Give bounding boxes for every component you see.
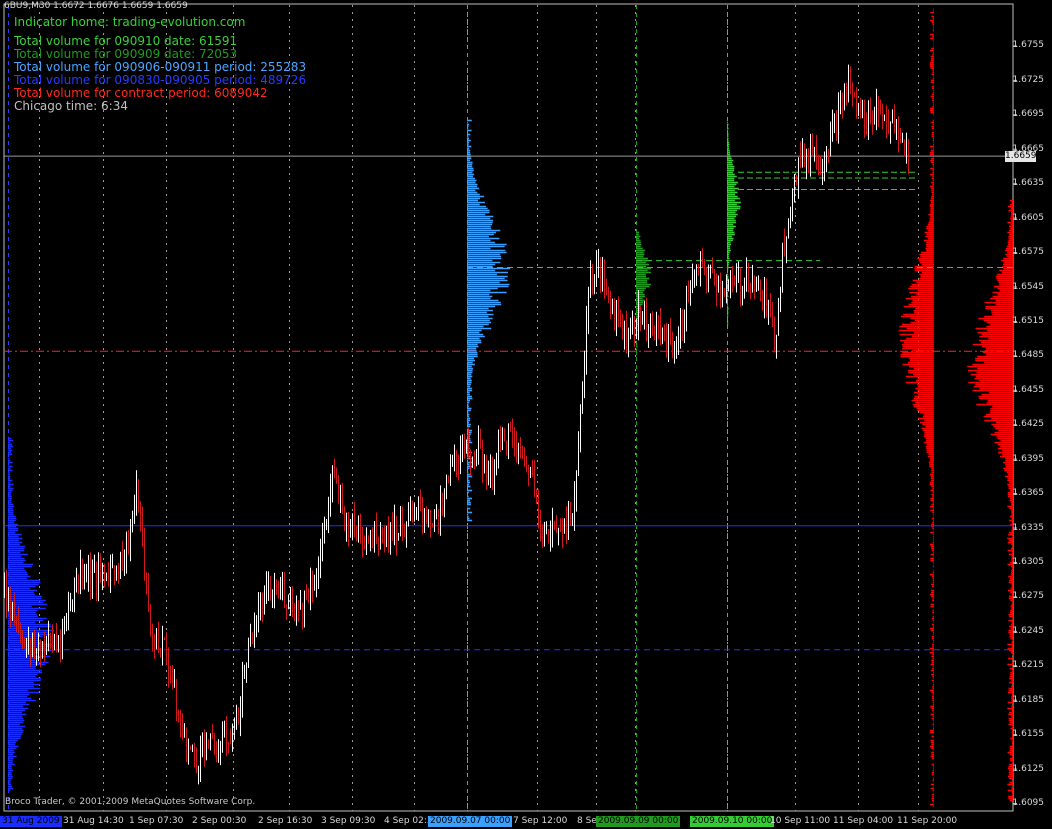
price-tick-label: 1.6335 bbox=[1012, 522, 1045, 533]
price-chart[interactable] bbox=[0, 0, 1052, 829]
price-tick-label: 1.6695 bbox=[1012, 109, 1045, 120]
price-tick-label: 1.6305 bbox=[1012, 556, 1045, 567]
price-tick-label: 1.6485 bbox=[1012, 350, 1045, 361]
price-tick-label: 1.6575 bbox=[1012, 247, 1045, 258]
info-line-chicago-time: Chicago time: 6:34 bbox=[14, 99, 128, 113]
price-tick-label: 1.6395 bbox=[1012, 453, 1045, 464]
time-tick-label: 31 Aug 2009 bbox=[0, 816, 62, 827]
plot-frame bbox=[3, 3, 1014, 812]
time-tick-label: 2009.09.07 00:00 bbox=[428, 816, 513, 827]
price-tick-label: 1.6125 bbox=[1012, 763, 1045, 774]
price-tick-label: 1.6275 bbox=[1012, 591, 1045, 602]
time-tick-label: 10 Sep 11:00 bbox=[770, 816, 831, 826]
price-tick-label: 1.6755 bbox=[1012, 40, 1045, 51]
info-line-day2-volume: Total volume for 090909 date: 72053 bbox=[14, 47, 238, 61]
info-line-indicator-home[interactable]: Indicator home: trading-evolution.com bbox=[14, 15, 245, 29]
info-line-week1-volume: Total volume for 090906-090911 period: 2… bbox=[14, 60, 307, 74]
trading-chart-window[interactable]: 6BU9,M30 1.6672 1.6676 1.6659 1.6659 Ind… bbox=[0, 0, 1052, 829]
time-tick-label: 2009.09.09 00:00 bbox=[596, 816, 681, 827]
price-tick-label: 1.6455 bbox=[1012, 384, 1045, 395]
current-price-marker: 1.6659 bbox=[1005, 150, 1037, 162]
price-tick-label: 1.6215 bbox=[1012, 660, 1045, 671]
time-tick-label: 2 Sep 00:30 bbox=[192, 816, 247, 826]
time-tick-label: 1 Sep 07:30 bbox=[129, 816, 184, 826]
price-tick-label: 1.6635 bbox=[1012, 178, 1045, 189]
time-tick-label: 11 Sep 20:00 bbox=[897, 816, 958, 826]
copyright-footer: Broco Trader, © 2001-2009 MetaQuotes Sof… bbox=[5, 797, 256, 807]
price-tick-label: 1.6725 bbox=[1012, 74, 1045, 85]
time-tick-label: 3 Sep 09:30 bbox=[321, 816, 376, 826]
time-tick-label: 31 Aug 14:30 bbox=[63, 816, 124, 826]
symbol-header: 6BU9,M30 1.6672 1.6676 1.6659 1.6659 bbox=[4, 1, 188, 11]
time-tick-label: 2 Sep 16:30 bbox=[258, 816, 313, 826]
price-tick-label: 1.6155 bbox=[1012, 729, 1045, 740]
price-tick-label: 1.6425 bbox=[1012, 419, 1045, 430]
price-tick-label: 1.6185 bbox=[1012, 694, 1045, 705]
time-tick-label: 7 Sep 12:00 bbox=[513, 816, 568, 826]
info-line-contract-volume: Total volume for contract period: 608904… bbox=[14, 86, 268, 100]
price-tick-label: 1.6515 bbox=[1012, 315, 1045, 326]
price-tick-label: 1.6545 bbox=[1012, 281, 1045, 292]
time-tick-label: 11 Sep 04:00 bbox=[833, 816, 894, 826]
price-tick-label: 1.6095 bbox=[1012, 798, 1045, 808]
price-tick-label: 1.6605 bbox=[1012, 212, 1045, 223]
info-line-week2-volume: Total volume for 090830-090905 period: 4… bbox=[14, 73, 307, 87]
price-tick-label: 1.6365 bbox=[1012, 488, 1045, 499]
time-tick-label: 2009.09.10 00:00 bbox=[690, 816, 775, 827]
info-line-day1-volume: Total volume for 090910 date: 61591 bbox=[14, 34, 238, 48]
price-tick-label: 1.6245 bbox=[1012, 625, 1045, 636]
